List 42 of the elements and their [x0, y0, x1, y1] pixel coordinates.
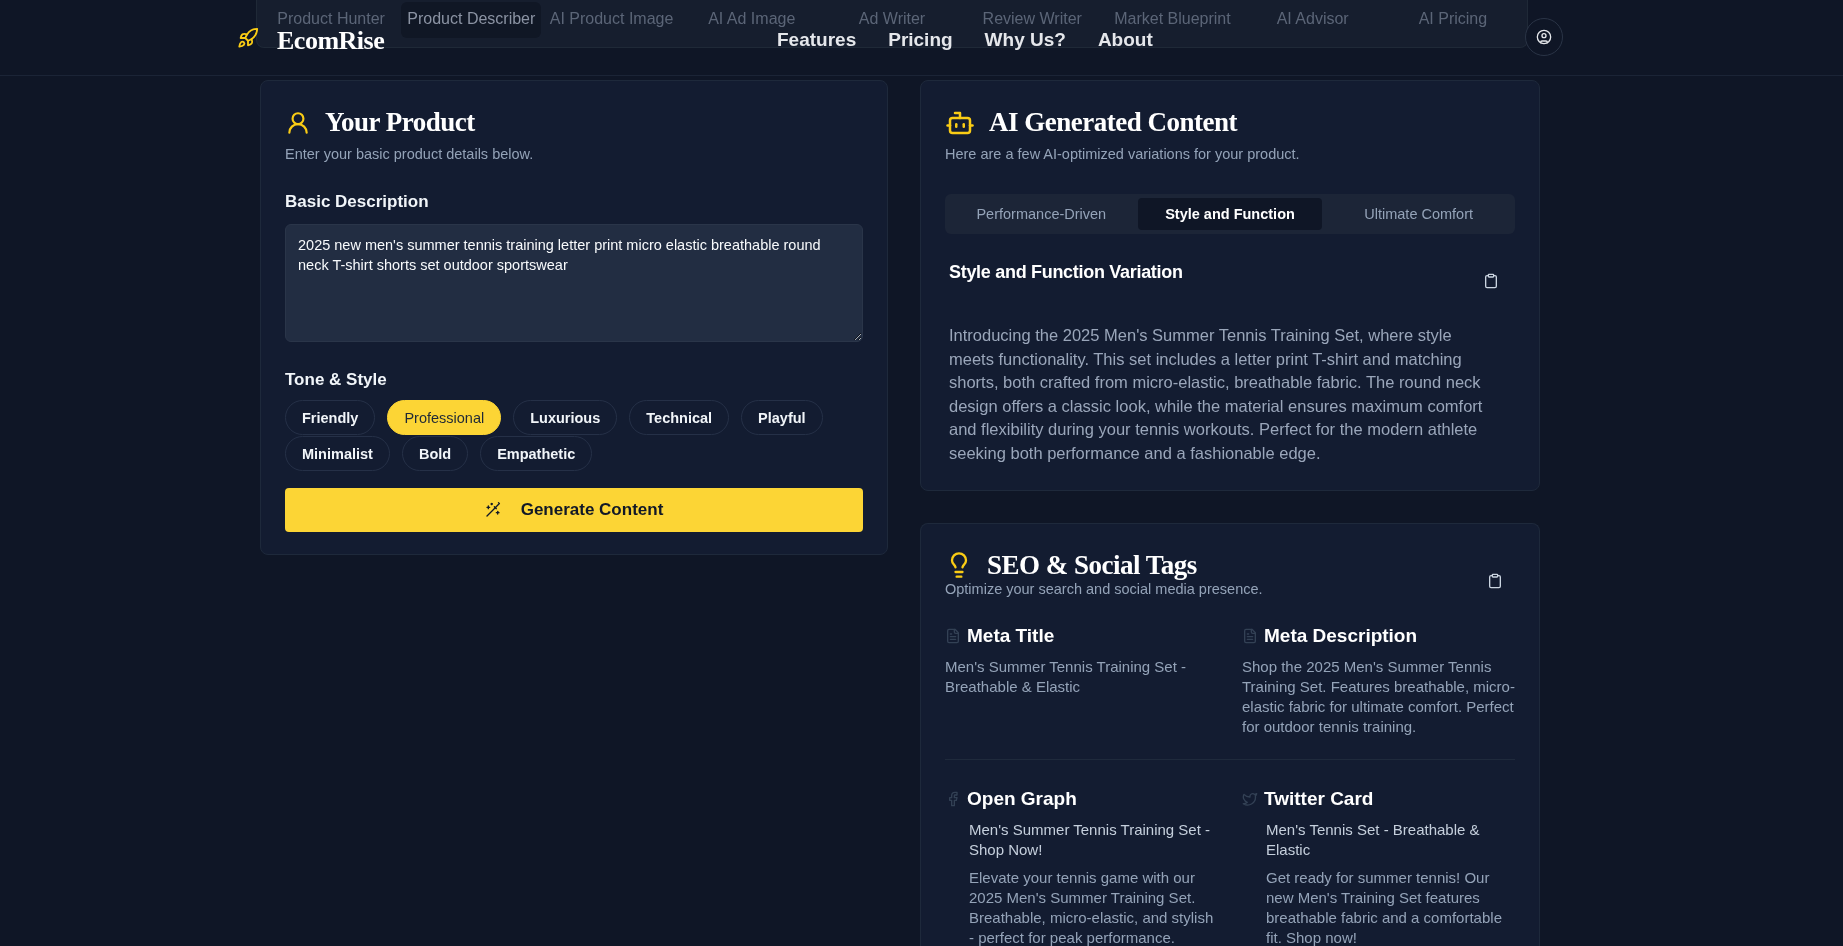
clipboard-icon[interactable]	[1487, 571, 1503, 590]
card-subtitle: Enter your basic product details below.	[285, 146, 535, 162]
card-title: SEO & Social Tags	[987, 549, 1197, 581]
card-title: AI Generated Content	[989, 107, 1237, 138]
nav-link[interactable]: Why Us?	[984, 29, 1066, 49]
section-text: Shop the 2025 Men's Summer Tennis Training Set. Features breathable, micro-elastic fabric for ultimate comfort. Perfect for outdoor tennis training.	[1242, 656, 1515, 737]
variation-title: Style and Function Variation	[949, 262, 1183, 283]
nav-link[interactable]: Features	[777, 29, 857, 49]
section-text: Get ready for summer tennis! Our new Men's Training Set features breathable fabric and a comfortable fit. Shop now!	[1266, 867, 1503, 946]
section-headline: Men's Tennis Set - Breathable & Elastic	[1266, 819, 1481, 860]
nav-link[interactable]: About	[1097, 29, 1153, 49]
description-field[interactable]: 2025 new men's summer tennis training letter print micro elastic breathable round neck T-shirt shorts set outdoor sportswear	[285, 224, 863, 342]
variation-tab[interactable]: Style and Function	[1137, 198, 1323, 230]
nav-link[interactable]: Pricing	[888, 29, 953, 49]
section-title: Meta Description	[1264, 624, 1418, 647]
user-icon	[285, 109, 311, 136]
bird-icon	[1242, 790, 1258, 807]
section-text: Men's Summer Tennis Training Set - Breathable & Elastic	[945, 656, 1188, 697]
card-subtitle: Optimize your search and social media presence.	[945, 580, 1263, 597]
tone-chip[interactable]: Professional	[387, 400, 502, 435]
tool-tab[interactable]: Product Describer	[401, 2, 542, 38]
clipboard-icon[interactable]	[1483, 272, 1499, 290]
generate-button[interactable]: Generate Content	[285, 488, 863, 532]
document-icon	[945, 627, 961, 644]
card-subtitle: Here are a few AI-optimized variations for your product.	[945, 146, 1301, 162]
field-label: Basic Description	[285, 192, 430, 212]
variation-text: Introducing the 2025 Men's Summer Tennis Training Set, where style meets functionality. This set includes a letter print T-shirt and matching shorts, both crafted from micro-elastic, breathable fabric. The round neck design offers a classic look, while the material ensures maximum comfort and flexibility during your tennis workouts. Perfect for the modern athlete seeking both performance and a fashionable edge.	[949, 325, 1484, 464]
section-title: Meta Title	[967, 624, 1055, 647]
brand-name[interactable]: EcomRise	[277, 28, 385, 54]
variation-tab[interactable]: Performance-Driven	[949, 198, 1134, 230]
section-text: Elevate your tennis game with our 2025 Men's Summer Training Set. Breathable, micro-elastic, and stylish - perfect for peak performance.	[969, 867, 1215, 946]
section-title: Twitter Card	[1264, 787, 1374, 810]
user-circle-icon	[1536, 29, 1552, 45]
card-title: Your Product	[325, 107, 475, 138]
variation-tab[interactable]: Ultimate Comfort	[1326, 198, 1511, 230]
profile-button[interactable]	[1525, 18, 1563, 56]
rocket-icon	[237, 27, 259, 49]
document-icon	[1242, 627, 1258, 644]
section-headline: Men's Summer Tennis Training Set - Shop Now!	[969, 819, 1212, 860]
section-title: Open Graph	[967, 787, 1077, 810]
magic-wand-icon	[484, 502, 501, 518]
field-label: Tone & Style	[285, 370, 388, 390]
